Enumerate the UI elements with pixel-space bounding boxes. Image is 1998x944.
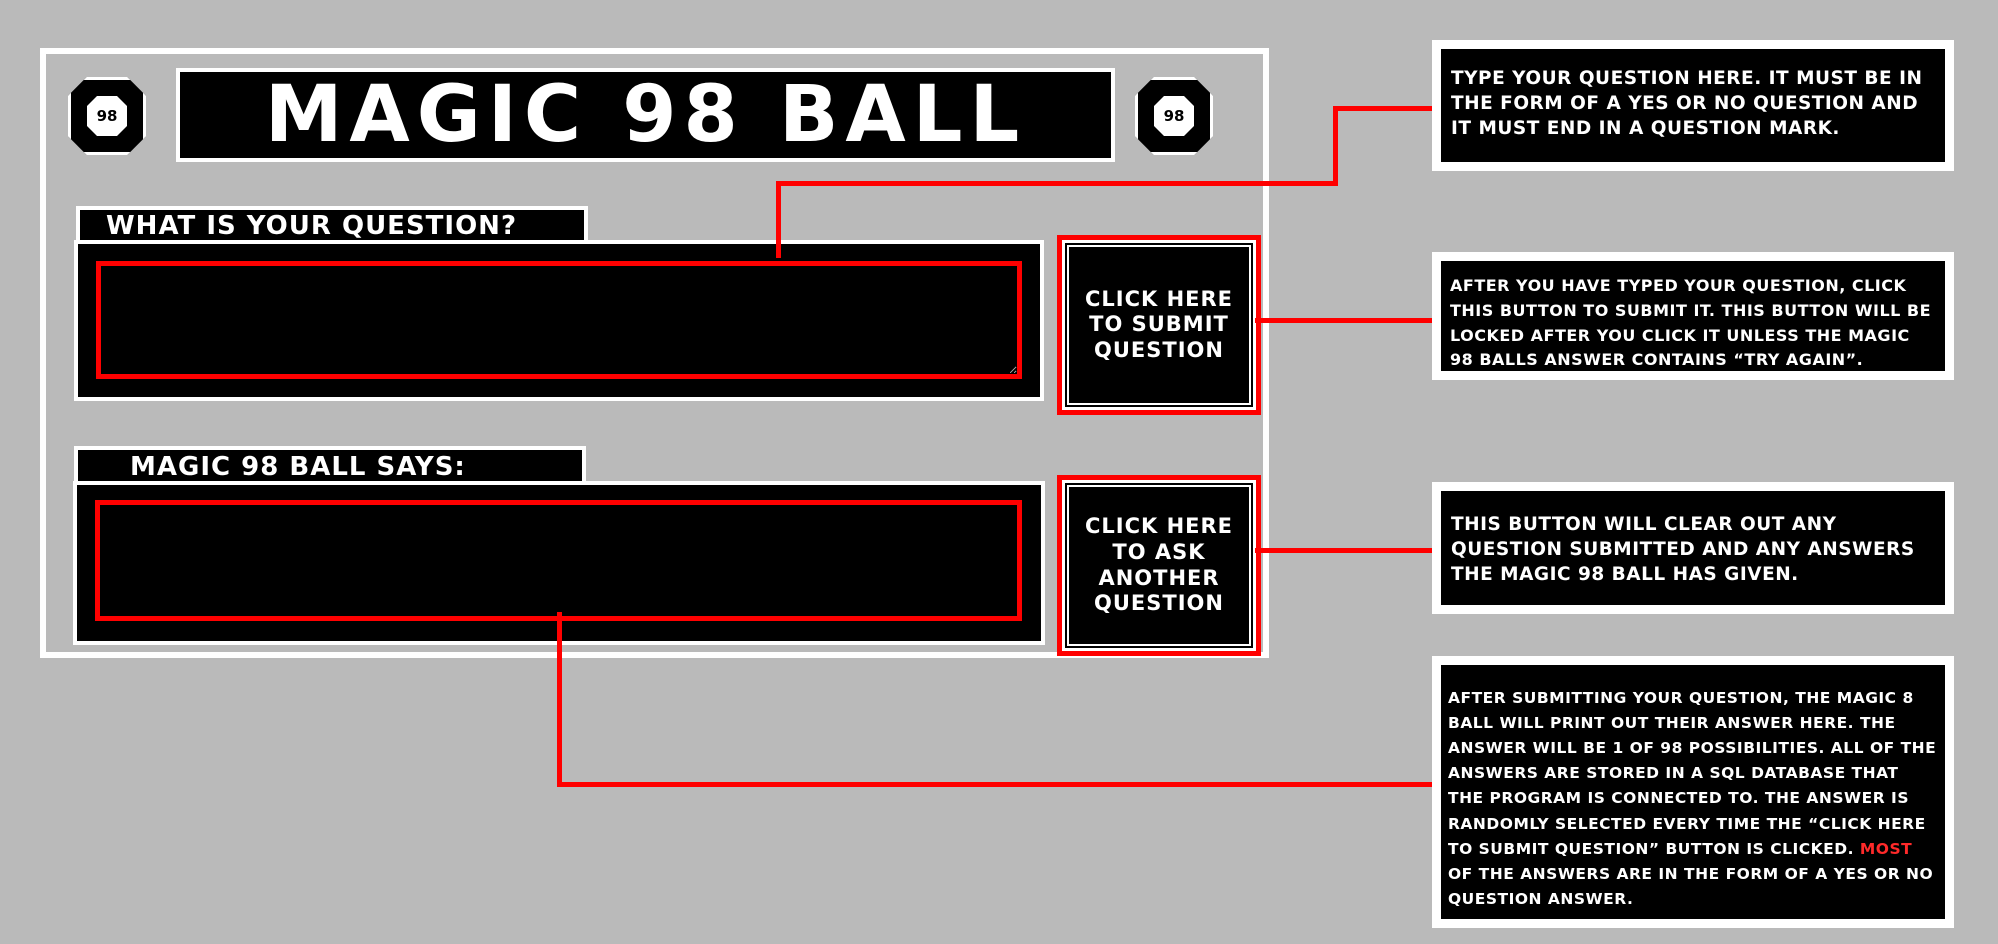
submit-question-button[interactable]: CLICK HERE TO SUBMIT QUESTION: [1057, 235, 1261, 415]
ball-badge-right: 98: [1154, 96, 1194, 136]
app-window: 98 MAGIC 98 BALL 98 WHAT IS YOUR QUESTIO…: [40, 48, 1269, 658]
submit-question-button-label: CLICK HERE TO SUBMIT QUESTION: [1062, 240, 1256, 410]
answer-label: MAGIC 98 BALL SAYS:: [74, 446, 586, 484]
connector-question-field: [776, 181, 1338, 186]
magic-ball-icon-right: 98: [1135, 77, 1213, 155]
connector-ask-another-button: [1255, 548, 1435, 553]
answer-output: [95, 500, 1022, 621]
connector-answer-field: [557, 612, 562, 787]
connector-answer-field: [557, 782, 1435, 787]
annotation-answer-highlight: MOST: [1859, 839, 1913, 858]
connector-question-field: [1333, 106, 1435, 111]
annotation-question-field: TYPE YOUR QUESTION HERE. IT MUST BE IN T…: [1432, 40, 1954, 171]
ask-another-question-button[interactable]: CLICK HERE TO ASK ANOTHER QUESTION: [1057, 475, 1261, 656]
ball-badge-left: 98: [87, 96, 127, 136]
ask-another-question-button-label: CLICK HERE TO ASK ANOTHER QUESTION: [1062, 480, 1256, 651]
connector-question-field: [776, 181, 781, 258]
question-input[interactable]: [96, 261, 1022, 379]
annotation-ask-another-button: THIS BUTTON WILL CLEAR OUT ANY QUESTION …: [1432, 482, 1954, 614]
annotation-answer-text-end: OF THE ANSWERS ARE IN THE FORM OF A YES …: [1448, 864, 1934, 908]
app-title: MAGIC 98 BALL: [176, 68, 1115, 162]
annotation-answer-text: AFTER SUBMITTING YOUR QUESTION, THE MAGI…: [1448, 689, 1937, 858]
connector-submit-button: [1255, 318, 1435, 323]
annotation-answer-field: AFTER SUBMITTING YOUR QUESTION, THE MAGI…: [1432, 656, 1954, 928]
question-label: WHAT IS YOUR QUESTION?: [76, 206, 588, 242]
connector-question-field: [1333, 106, 1338, 186]
magic-ball-icon-left: 98: [68, 77, 146, 155]
question-panel: [74, 240, 1044, 401]
annotation-submit-button: AFTER YOU HAVE TYPED YOUR QUESTION, CLIC…: [1432, 252, 1954, 380]
